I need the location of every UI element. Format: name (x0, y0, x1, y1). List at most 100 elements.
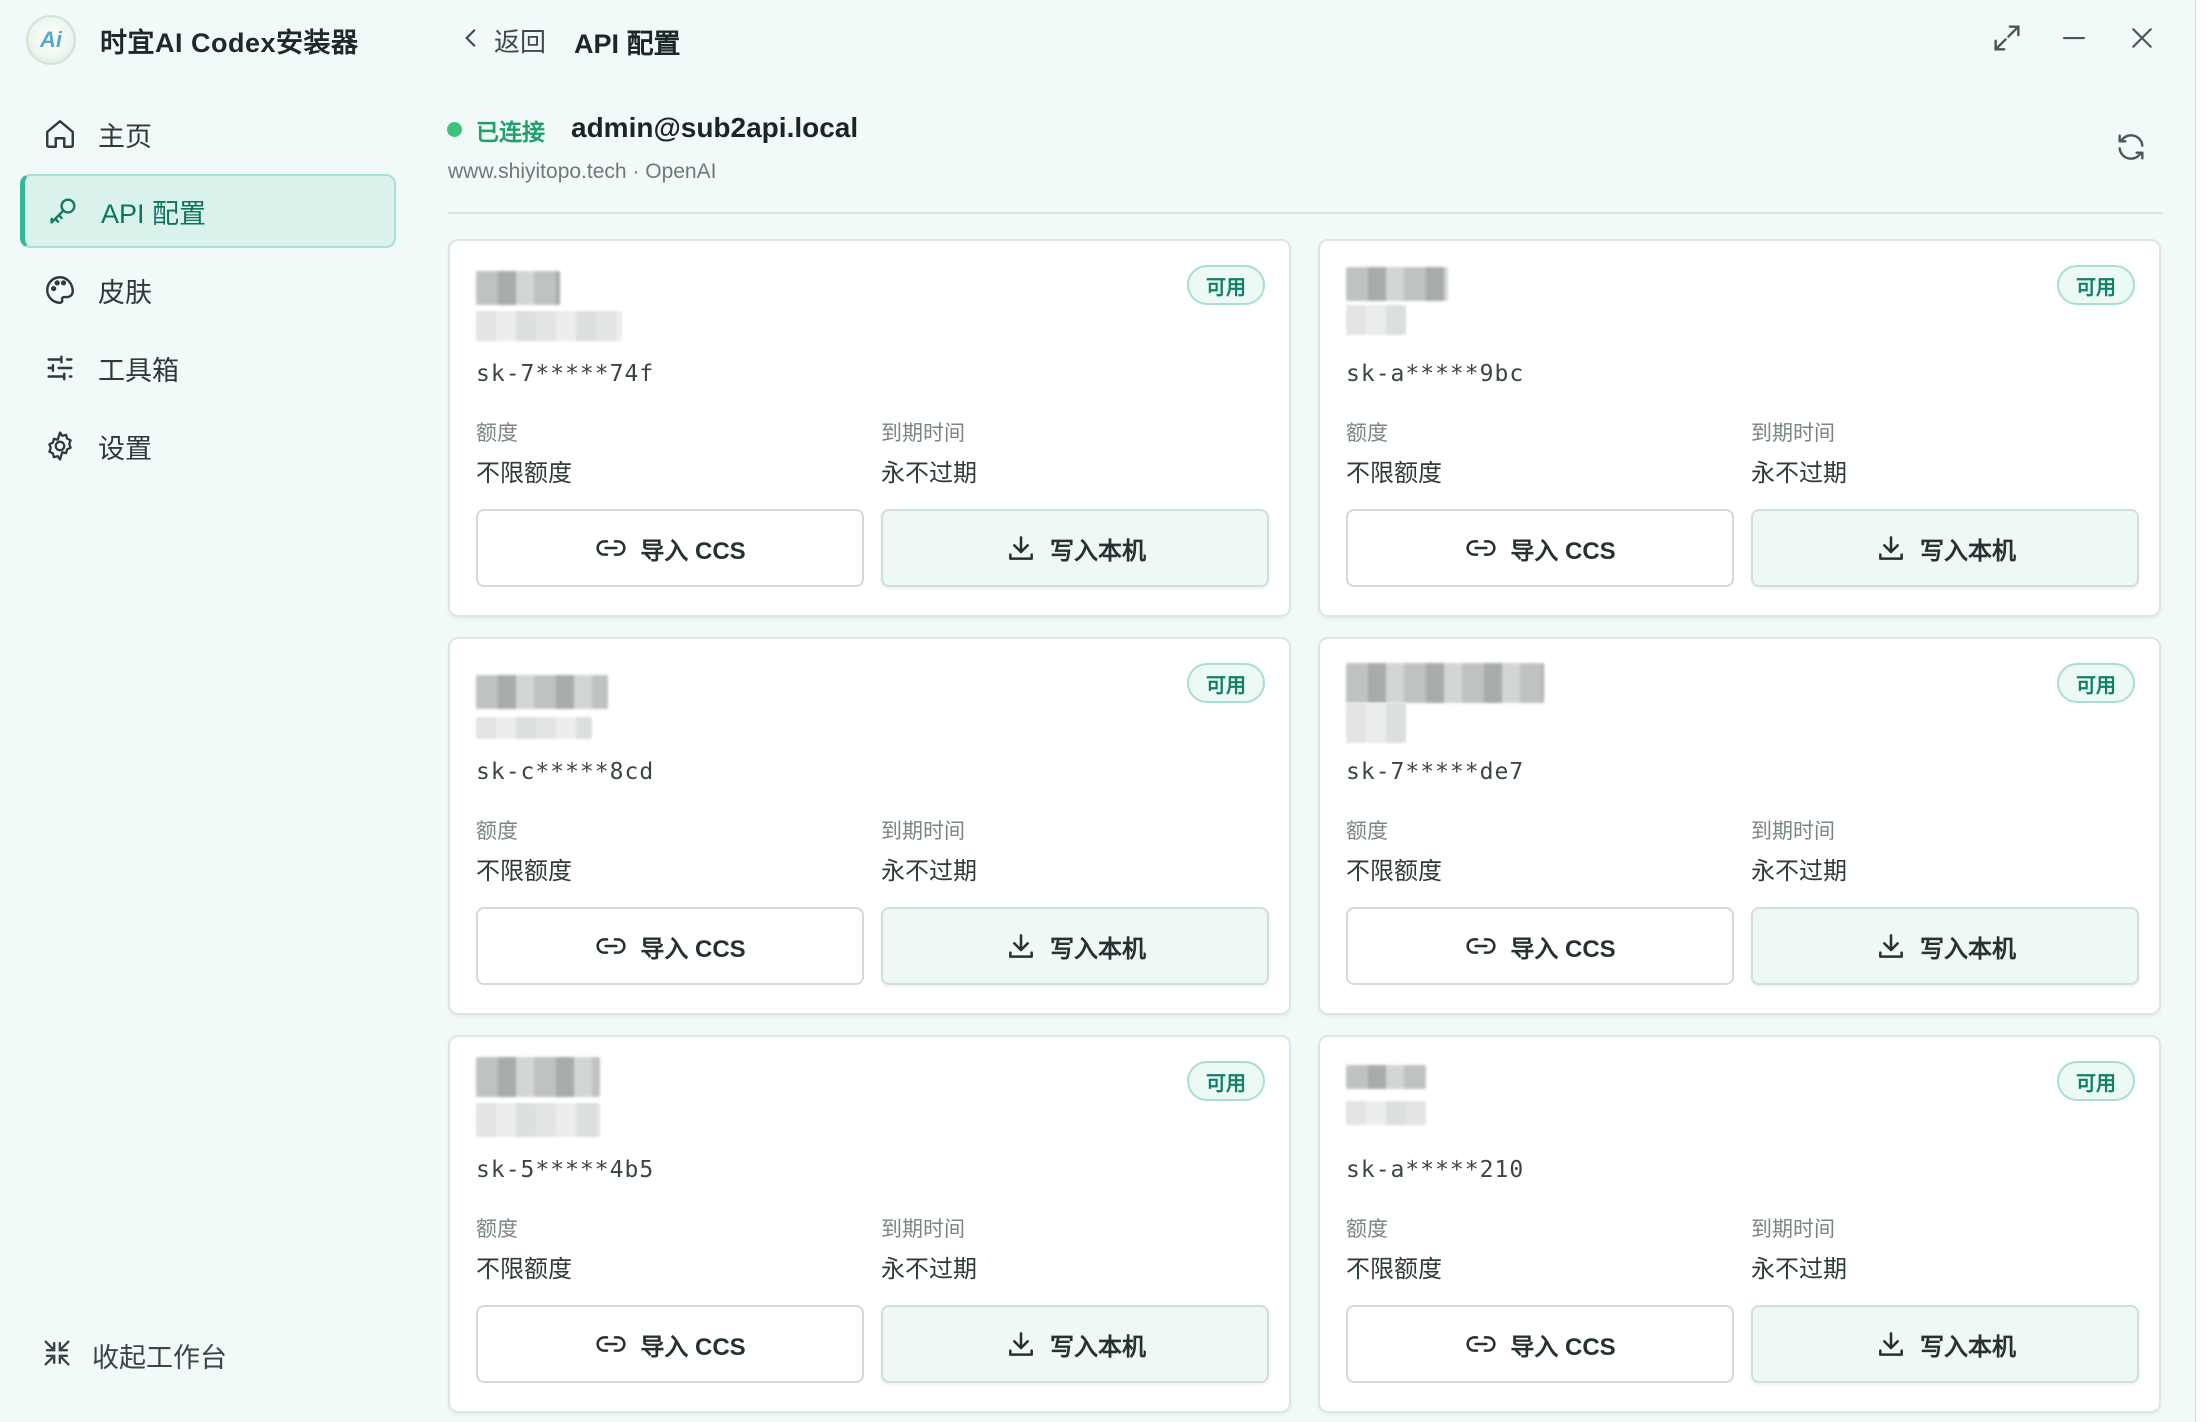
sidebar-item-toolbox[interactable]: 工具箱 (20, 331, 396, 405)
redacted-detail (1346, 305, 1406, 335)
sidebar-item-api-config[interactable]: API 配置 (20, 174, 396, 248)
import-label: 导入 CCS (640, 1333, 746, 1361)
palette-icon (40, 270, 80, 310)
expand-icon (1990, 21, 2024, 60)
write-local-button[interactable]: 写入本机 (881, 509, 1269, 587)
quota-value: 不限额度 (476, 1256, 572, 1283)
download-icon (1874, 1327, 1908, 1361)
minimize-button[interactable] (2050, 16, 2098, 64)
api-key-masked: sk-a*****210 (1346, 1157, 1525, 1183)
quota-value: 不限额度 (1346, 1256, 1442, 1283)
maximize-button[interactable] (1983, 16, 2031, 64)
import-ccs-button[interactable]: 导入 CCS (1346, 907, 1734, 985)
write-local-button[interactable]: 写入本机 (1751, 1305, 2139, 1383)
sidebar-item-label: 设置 (98, 433, 152, 464)
import-label: 导入 CCS (1510, 935, 1616, 963)
quota-value: 不限额度 (1346, 460, 1442, 487)
sidebar-item-label: 工具箱 (98, 355, 179, 386)
sidebar-item-label: 主页 (98, 121, 152, 152)
minimize-icon (2059, 23, 2089, 58)
expire-value: 永不过期 (881, 1256, 977, 1283)
back-button[interactable]: 返回 (458, 18, 546, 62)
collapse-icon (40, 1336, 74, 1375)
expire-value: 永不过期 (881, 858, 977, 885)
download-icon (1874, 929, 1908, 963)
collapse-workbench-button[interactable]: 收起工作台 (40, 1336, 227, 1375)
download-icon (1874, 531, 1908, 565)
expire-value: 永不过期 (1751, 1256, 1847, 1283)
write-label: 写入本机 (1920, 537, 2016, 565)
close-button[interactable] (2118, 16, 2166, 64)
sidebar-item-skin[interactable]: 皮肤 (20, 253, 396, 327)
close-icon (2127, 23, 2157, 58)
write-local-button[interactable]: 写入本机 (881, 1305, 1269, 1383)
divider (448, 212, 2163, 214)
app-logo-text: Ai (40, 27, 62, 52)
link-icon (594, 531, 628, 565)
status-dot (447, 122, 462, 137)
write-local-button[interactable]: 写入本机 (1751, 509, 2139, 587)
redacted-name (476, 1057, 600, 1097)
import-ccs-button[interactable]: 导入 CCS (1346, 1305, 1734, 1383)
api-key-card: 可用 sk-5*****4b5 额度 不限额度 到期时间 永不过期 导入 CCS… (448, 1035, 1291, 1413)
account-name: admin@sub2api.local (571, 112, 859, 143)
redacted-detail (1346, 703, 1406, 743)
write-local-button[interactable]: 写入本机 (1751, 907, 2139, 985)
sidebar-item-settings[interactable]: 设置 (20, 409, 396, 483)
gear-icon (40, 426, 80, 466)
api-key-masked: sk-7*****74f (476, 361, 655, 387)
sliders-icon (40, 348, 80, 388)
collapse-label: 收起工作台 (92, 1343, 227, 1373)
key-icon (43, 191, 83, 231)
quota-label: 额度 (1346, 422, 1388, 445)
link-icon (594, 929, 628, 963)
api-key-masked: sk-a*****9bc (1346, 361, 1525, 387)
api-key-masked: sk-c*****8cd (476, 759, 655, 785)
quota-value: 不限额度 (476, 460, 572, 487)
expire-value: 永不过期 (881, 460, 977, 487)
quota-label: 额度 (1346, 820, 1388, 843)
import-label: 导入 CCS (640, 537, 746, 565)
app-title: 时宜AI Codex安装器 (100, 27, 359, 58)
api-key-card: 可用 sk-a*****210 额度 不限额度 到期时间 永不过期 导入 CCS… (1318, 1035, 2161, 1413)
expire-label: 到期时间 (881, 820, 965, 843)
import-ccs-button[interactable]: 导入 CCS (1346, 509, 1734, 587)
link-icon (1464, 929, 1498, 963)
api-key-masked: sk-5*****4b5 (476, 1157, 655, 1183)
app-window: Ai 时宜AI Codex安装器 主页 API 配置 皮肤 工具箱 设置 收起工… (0, 0, 2196, 1422)
write-label: 写入本机 (1050, 935, 1146, 963)
redacted-detail (476, 1103, 600, 1137)
refresh-button[interactable] (2108, 126, 2154, 172)
back-label: 返回 (494, 26, 547, 57)
quota-label: 额度 (476, 422, 518, 445)
expire-label: 到期时间 (1751, 820, 1835, 843)
redacted-name (476, 271, 560, 305)
page-title: API 配置 (574, 29, 681, 59)
import-ccs-button[interactable]: 导入 CCS (476, 1305, 864, 1383)
quota-value: 不限额度 (1346, 858, 1442, 885)
status-badge: 可用 (1187, 663, 1265, 703)
write-label: 写入本机 (1920, 935, 2016, 963)
status-badge: 可用 (2057, 1061, 2135, 1101)
link-icon (1464, 1327, 1498, 1361)
app-logo: Ai (26, 15, 76, 65)
write-label: 写入本机 (1050, 1333, 1146, 1361)
api-key-card: 可用 sk-7*****de7 额度 不限额度 到期时间 永不过期 导入 CCS… (1318, 637, 2161, 1015)
sidebar-item-home[interactable]: 主页 (20, 97, 396, 171)
import-ccs-button[interactable]: 导入 CCS (476, 509, 864, 587)
download-icon (1004, 531, 1038, 565)
redacted-detail (1346, 1101, 1426, 1125)
download-icon (1004, 929, 1038, 963)
api-key-card: 可用 sk-a*****9bc 额度 不限额度 到期时间 永不过期 导入 CCS… (1318, 239, 2161, 617)
connection-subtitle: www.shiyitopo.tech · OpenAI (448, 160, 717, 183)
write-label: 写入本机 (1920, 1333, 2016, 1361)
write-local-button[interactable]: 写入本机 (881, 907, 1269, 985)
import-label: 导入 CCS (1510, 1333, 1616, 1361)
import-ccs-button[interactable]: 导入 CCS (476, 907, 864, 985)
expire-label: 到期时间 (1751, 422, 1835, 445)
api-key-card: 可用 sk-c*****8cd 额度 不限额度 到期时间 永不过期 导入 CCS… (448, 637, 1291, 1015)
quota-label: 额度 (1346, 1218, 1388, 1241)
connection-status: 已连接 (476, 119, 545, 145)
quota-label: 额度 (476, 1218, 518, 1241)
status-badge: 可用 (2057, 265, 2135, 305)
